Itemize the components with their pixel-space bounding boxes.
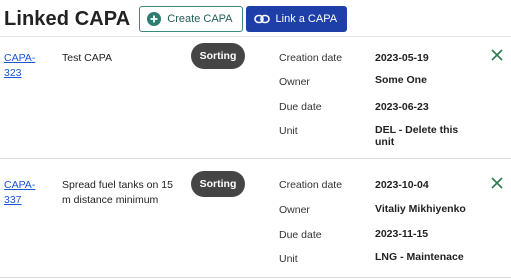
status-badge: Sorting <box>191 171 245 197</box>
page-header: Linked CAPA Create CAPA Link a CAPA <box>4 5 350 33</box>
due-date-value: 2023-11-15 <box>375 228 429 240</box>
creation-date-value: 2023-05-19 <box>375 52 429 64</box>
link-capa-button[interactable]: Link a CAPA <box>245 6 348 32</box>
due-date-label: Due date <box>279 101 322 113</box>
create-capa-button[interactable]: Create CAPA <box>139 6 243 32</box>
unlink-close-icon[interactable] <box>489 47 505 63</box>
link-icon <box>253 14 270 24</box>
plus-circle-icon <box>147 12 162 26</box>
status-badge: Sorting <box>191 43 245 69</box>
unit-value: DEL - Delete this unit <box>375 124 459 148</box>
owner-value: Some One <box>375 74 427 86</box>
capa-title: Spread fuel tanks on 15 m distance minim… <box>62 179 173 206</box>
owner-label: Owner <box>279 204 310 216</box>
unit-value: LNG - Maintenace <box>375 251 464 263</box>
creation-date-label: Creation date <box>279 179 343 191</box>
create-capa-label: Create CAPA <box>167 13 233 25</box>
due-date-value: 2023-06-23 <box>375 101 429 113</box>
owner-label: Owner <box>279 76 310 88</box>
unit-label: Unit <box>279 125 298 137</box>
capa-title: Test CAPA <box>62 52 112 64</box>
capa-id-link[interactable]: CAPA-323 <box>4 51 40 81</box>
due-date-label: Due date <box>279 229 322 241</box>
owner-value: Vitaliy Mikhiyenko <box>375 203 466 215</box>
creation-date-label: Creation date <box>279 52 343 64</box>
page-title: Linked CAPA <box>4 7 131 30</box>
capa-card: CAPA-337 Spread fuel tanks on 15 m dista… <box>0 158 511 278</box>
capa-card: CAPA-323 Test CAPA Sorting Creation date… <box>0 36 511 159</box>
capa-id-link[interactable]: CAPA-337 <box>4 178 40 208</box>
unlink-close-icon[interactable] <box>489 175 505 191</box>
link-capa-label: Link a CAPA <box>275 13 338 25</box>
unit-label: Unit <box>279 253 298 265</box>
creation-date-value: 2023-10-04 <box>375 179 429 191</box>
